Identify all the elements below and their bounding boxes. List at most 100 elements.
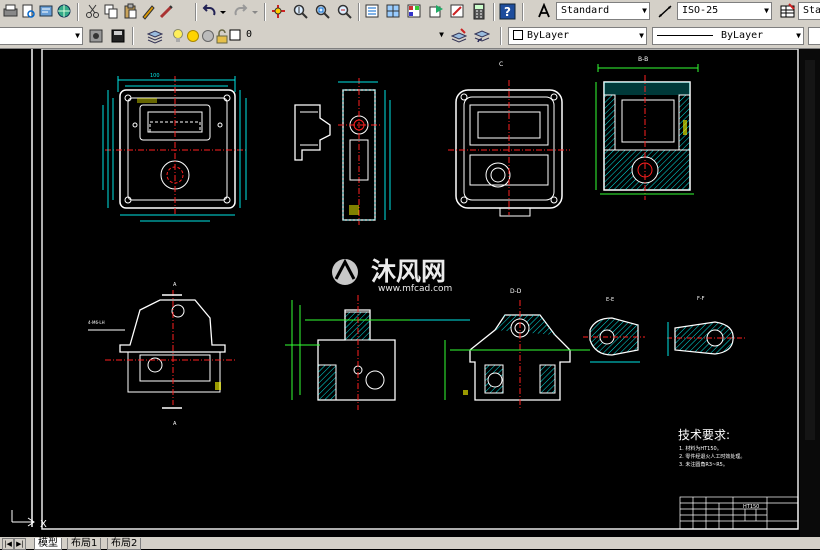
tech-req-item-1: 1. 材料为HT150。 — [679, 445, 722, 452]
view-label-a-bottom: A — [173, 421, 177, 427]
table-style-value: Sta — [803, 5, 820, 16]
tech-req-item-3: 3. 未注圆角R3~R5。 — [679, 461, 728, 468]
layers-toolbar: ▼ 0 ▼ ByLayer ▼ ByLayer ▼ — [0, 24, 820, 49]
layer-properties-manager-icon[interactable] — [147, 28, 163, 44]
toolbar-separator — [358, 3, 360, 21]
linetype-sample — [657, 34, 713, 36]
help-icon[interactable]: ? — [499, 3, 516, 20]
view-middle-bottom — [285, 295, 470, 410]
table-style-dropdown[interactable]: Sta — [798, 2, 820, 20]
tech-req-title: 技术要求: — [678, 428, 730, 442]
undo-icon[interactable] — [201, 3, 218, 20]
tab-nav-first-button[interactable]: |◀ — [2, 538, 14, 550]
watermark-url: www.mfcad.com — [378, 284, 452, 294]
tech-req-item-2: 2. 零件经退火人工时效处理。 — [679, 453, 745, 460]
view-section-vertical — [338, 78, 391, 225]
chevron-down-icon: ▼ — [639, 31, 644, 40]
zoom-previous-icon[interactable] — [336, 3, 353, 20]
view-label-ee: E-E — [606, 297, 614, 303]
zoom-window-icon[interactable] — [314, 3, 331, 20]
redo-icon[interactable] — [232, 3, 249, 20]
chevron-down-icon: ▼ — [796, 31, 801, 40]
standard-toolbar: ? Standard ▼ ISO-25 ▼ Sta — [0, 0, 820, 25]
lineweight-control-dropdown[interactable] — [808, 27, 820, 45]
dimension-style-dropdown[interactable]: ISO-25 ▼ — [677, 2, 772, 20]
pan-icon[interactable] — [270, 3, 287, 20]
toolbar-separator — [522, 3, 524, 21]
color-control-dropdown[interactable]: ByLayer ▼ — [508, 27, 647, 45]
markup-set-manager-icon[interactable] — [449, 3, 466, 20]
view-d-d: D-D — [444, 288, 590, 410]
linetype-control-value: ByLayer — [721, 30, 764, 41]
workspace-dropdown[interactable]: ▼ — [0, 27, 83, 45]
layer-previous-states-icon[interactable] — [474, 28, 490, 44]
tab-layout-1[interactable]: 布局1 — [67, 538, 102, 550]
view-label-ff: F-F — [697, 296, 705, 302]
paste-icon[interactable] — [122, 3, 139, 20]
3d-dwf-icon[interactable] — [56, 3, 73, 20]
svg-text:?: ? — [504, 5, 511, 19]
title-block — [679, 496, 799, 530]
sheet-set-manager-icon[interactable] — [428, 3, 445, 20]
color-swatch-icon — [513, 30, 523, 40]
drawing-sheet: 100 C B-B 沐风网 www.mfcad.com A 4-M6-LH A … — [11, 49, 820, 537]
layer-on-bulb-icon[interactable] — [170, 28, 186, 44]
save-layer-state-icon[interactable] — [110, 28, 126, 44]
text-style-value: Standard — [561, 5, 610, 16]
layer-previous-icon[interactable] — [88, 28, 104, 44]
layer-color-swatch-icon[interactable] — [229, 29, 241, 41]
view-c: C — [448, 61, 570, 217]
layer-dropdown-value: 0 — [246, 29, 253, 40]
design-center-icon[interactable] — [385, 3, 402, 20]
toolbar-separator — [493, 3, 495, 21]
undo-dropdown-icon[interactable] — [218, 3, 228, 20]
match-properties-icon[interactable] — [140, 3, 157, 20]
linetype-control-dropdown[interactable]: ByLayer ▼ — [652, 27, 804, 45]
chevron-down-icon: ▼ — [642, 6, 647, 15]
redo-dropdown-icon[interactable] — [250, 3, 260, 20]
text-style-dropdown[interactable]: Standard ▼ — [556, 2, 650, 20]
view-f-f: F-F — [667, 296, 745, 356]
drawing-canvas[interactable]: 100 C B-B 沐风网 www.mfcad.com A 4-M6-LH A … — [0, 49, 820, 537]
quickcalc-icon[interactable] — [471, 3, 488, 20]
chevron-down-icon: ▼ — [764, 6, 769, 15]
plot-preview-icon[interactable] — [20, 3, 37, 20]
dimension-style-icon[interactable] — [657, 3, 674, 20]
make-object-layer-current-icon[interactable] — [451, 28, 467, 44]
plot-icon[interactable] — [2, 3, 19, 20]
block-editor-icon[interactable] — [158, 3, 175, 20]
view-front-top-left: 100 — [102, 73, 248, 222]
zoom-realtime-icon[interactable] — [292, 3, 309, 20]
scrollbar-thumb[interactable] — [805, 60, 815, 440]
view-label-a-top: A — [173, 282, 177, 288]
layout-tabs-bar: |◀ ▶| 模型 布局1 布局2 — [0, 537, 820, 550]
chevron-down-icon: ▼ — [439, 30, 444, 39]
properties-icon[interactable] — [364, 3, 381, 20]
svg-text:X: X — [40, 519, 47, 530]
layer-unlock-icon[interactable] — [214, 28, 230, 44]
table-style-icon[interactable] — [779, 3, 796, 20]
layer-thaw-sun-icon[interactable] — [185, 28, 201, 44]
layer-dropdown[interactable]: 0 ▼ — [242, 27, 446, 45]
text-style-icon[interactable] — [536, 3, 553, 20]
view-label-dd: D-D — [510, 288, 522, 295]
tab-nav-next-button[interactable]: ▶| — [14, 538, 26, 550]
tab-model[interactable]: 模型 — [34, 538, 62, 550]
publish-icon[interactable] — [38, 3, 55, 20]
title-block-material: HT150 — [743, 504, 759, 510]
toolbar-separator — [500, 27, 502, 45]
dimension-style-value: ISO-25 — [682, 5, 719, 16]
hole-note-label: 4-M6-LH — [88, 320, 105, 325]
watermark-brand: 沐风网 — [371, 257, 446, 286]
toolbar-separator — [195, 3, 197, 21]
copy-icon[interactable] — [103, 3, 120, 20]
view-label-c: C — [499, 61, 503, 68]
view-a: A 4-M6-LH A — [88, 282, 235, 427]
tab-layout-2[interactable]: 布局2 — [107, 538, 142, 550]
view-label-bb: B-B — [638, 56, 648, 63]
technical-requirements: 技术要求: 1. 材料为HT150。 2. 零件经退火人工时效处理。 3. 未注… — [678, 428, 745, 468]
tool-palettes-icon[interactable] — [406, 3, 423, 20]
watermark: 沐风网 www.mfcad.com — [332, 257, 452, 294]
chevron-down-icon: ▼ — [75, 31, 80, 40]
cut-icon[interactable] — [84, 3, 101, 20]
